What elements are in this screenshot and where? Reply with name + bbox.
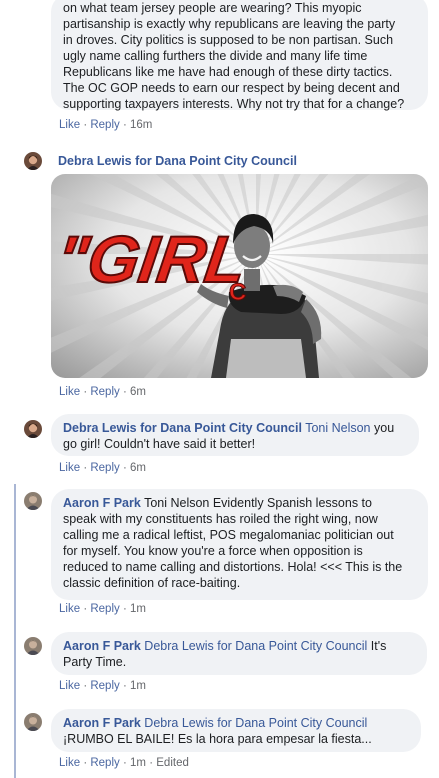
separator: · xyxy=(122,386,127,398)
aaron-avatar-icon xyxy=(24,637,42,655)
comment-line: Toni Nelson Evidently Spanish lessons to xyxy=(144,496,372,510)
reply-link[interactable]: Reply xyxy=(90,386,119,398)
comment-line: on what team jersey people are wearing? … xyxy=(63,1,362,15)
comment-text: It's xyxy=(367,639,387,653)
aaron-avatar-icon xyxy=(24,492,42,510)
like-link[interactable]: Like xyxy=(59,119,80,131)
comment-line: classic definition of race-baiting. xyxy=(63,576,241,590)
separator: · xyxy=(122,757,127,769)
comment-bubble-partial: on what team jersey people are wearing? … xyxy=(51,0,428,111)
separator: · xyxy=(122,462,127,474)
separator: · xyxy=(122,680,127,692)
comment-bubble: Debra Lewis for Dana Point City Council … xyxy=(51,414,419,456)
separator: · xyxy=(83,386,88,398)
comment-actions: Like · Reply · 6m xyxy=(59,386,146,398)
debra-avatar[interactable] xyxy=(24,420,42,438)
comment-line: partisanship is exactly why republicans … xyxy=(63,17,396,31)
separator: · xyxy=(122,603,127,615)
like-link[interactable]: Like xyxy=(59,757,80,769)
comment-line: in droves. City politics is supposed to … xyxy=(63,33,394,47)
comment-author-link[interactable]: Debra Lewis for Dana Point City Council xyxy=(63,421,302,435)
reply-link[interactable]: Reply xyxy=(90,680,119,692)
separator: · xyxy=(83,119,88,131)
gif-small-text: C xyxy=(229,279,246,306)
edited-label[interactable]: Edited xyxy=(156,757,189,769)
aaron-avatar[interactable] xyxy=(24,637,42,655)
timestamp[interactable]: 16m xyxy=(130,119,152,131)
like-link[interactable]: Like xyxy=(59,680,80,692)
like-link[interactable]: Like xyxy=(59,386,80,398)
reply-link[interactable]: Reply xyxy=(90,603,119,615)
separator: · xyxy=(149,757,154,769)
aaron-avatar[interactable] xyxy=(24,492,42,510)
mention-link[interactable]: Toni Nelson xyxy=(305,421,370,435)
reply-link[interactable]: Reply xyxy=(90,757,119,769)
comment-line: supporting taxpayers interests. Why not … xyxy=(63,97,405,111)
comment-author-link[interactable]: Aaron F Park xyxy=(63,639,141,653)
comment-line: ¡RUMBO EL BAILE! Es la hora para empesar… xyxy=(63,732,372,746)
comment-line: go girl! Couldn't have said it better! xyxy=(63,437,256,451)
comment-line: The OC GOP needs to earn our respect by … xyxy=(63,81,400,95)
comment-line: speak with my constituents has roiled th… xyxy=(63,512,378,526)
gif-big-text: "GIRL xyxy=(52,223,251,297)
timestamp[interactable]: 1m xyxy=(130,603,146,615)
comment-actions: Like · Reply · 16m xyxy=(59,119,152,131)
like-link[interactable]: Like xyxy=(59,603,80,615)
comment-author-link[interactable]: Debra Lewis for Dana Point City Council xyxy=(58,154,297,168)
comment-gif-image[interactable]: "GIRL C xyxy=(51,174,428,378)
comment-actions: Like · Reply · 1m xyxy=(59,603,146,615)
comment-bubble: Aaron F Park Debra Lewis for Dana Point … xyxy=(51,709,421,752)
debra-avatar-icon xyxy=(24,152,42,170)
timestamp[interactable]: 6m xyxy=(130,386,146,398)
like-link[interactable]: Like xyxy=(59,462,80,474)
comment-actions: Like · Reply · 1m · Edited xyxy=(59,757,189,769)
comment-line: Republicans like me have had enough of t… xyxy=(63,65,393,79)
debra-avatar-icon xyxy=(24,420,42,438)
separator: · xyxy=(83,757,88,769)
separator: · xyxy=(122,119,127,131)
comment-bubble: Aaron F Park Debra Lewis for Dana Point … xyxy=(51,632,427,675)
comment-line: Party Time. xyxy=(63,655,127,669)
reply-link[interactable]: Reply xyxy=(90,462,119,474)
separator: · xyxy=(83,680,88,692)
aaron-avatar[interactable] xyxy=(24,713,42,731)
timestamp[interactable]: 1m xyxy=(130,680,146,692)
comment-line: ugly name calling furthers the divide an… xyxy=(63,49,368,63)
girl-gif-illustration: "GIRL C xyxy=(51,174,428,378)
debra-avatar[interactable] xyxy=(24,152,42,170)
mention-link[interactable]: Debra Lewis for Dana Point City Council xyxy=(144,716,367,730)
comment-line: reduced to name calling and distortions.… xyxy=(63,560,403,574)
comment-author-link[interactable]: Aaron F Park xyxy=(63,716,141,730)
comment-line: calling me a radical leftist, POS megalo… xyxy=(63,528,394,542)
comment-bubble: Aaron F Park Toni Nelson Evidently Spani… xyxy=(51,489,428,600)
timestamp[interactable]: 6m xyxy=(130,462,146,474)
comment-actions: Like · Reply · 1m xyxy=(59,680,146,692)
comment-line: for myself. You know you're a force when… xyxy=(63,544,363,558)
separator: · xyxy=(83,462,88,474)
timestamp[interactable]: 1m xyxy=(130,757,146,769)
comment-author-link[interactable]: Aaron F Park xyxy=(63,496,141,510)
aaron-avatar-icon xyxy=(24,713,42,731)
comment-actions: Like · Reply · 6m xyxy=(59,462,146,474)
comment-text: you xyxy=(370,421,395,435)
reply-link[interactable]: Reply xyxy=(90,119,119,131)
mention-link[interactable]: Debra Lewis for Dana Point City Council xyxy=(144,639,367,653)
reply-thread-line xyxy=(14,484,16,778)
separator: · xyxy=(83,603,88,615)
